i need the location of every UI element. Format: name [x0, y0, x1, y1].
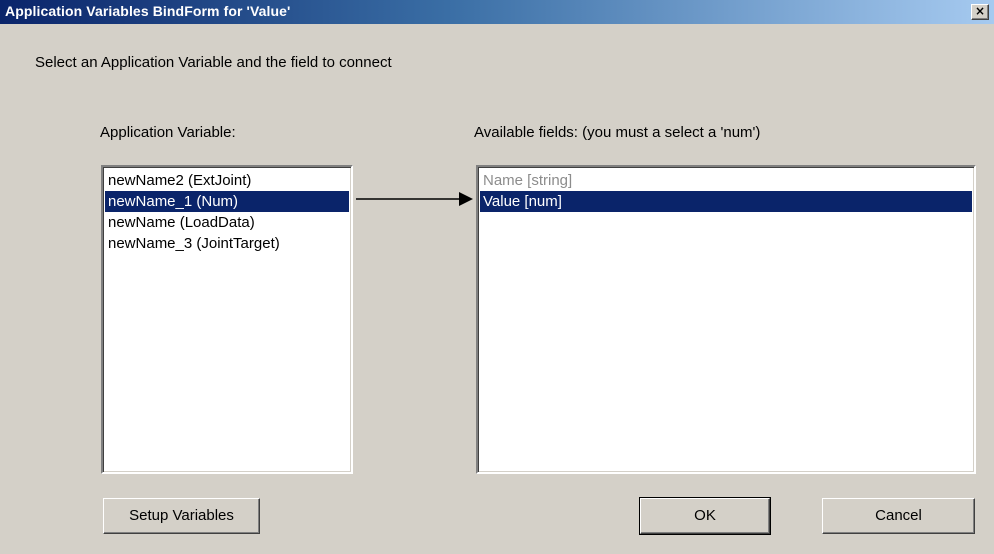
- list-item: Name [string]: [483, 172, 573, 189]
- list-item[interactable]: newName_1 (Num): [105, 191, 349, 212]
- setup-variables-button[interactable]: Setup Variables: [103, 498, 260, 534]
- ok-button[interactable]: OK: [639, 497, 771, 535]
- available-fields-label: Available fields: (you must a select a '…: [474, 124, 761, 141]
- list-item[interactable]: Value [num]: [480, 191, 972, 212]
- window-title: Application Variables BindForm for 'Valu…: [5, 3, 291, 19]
- close-icon[interactable]: ×: [971, 4, 989, 20]
- list-item[interactable]: newName2 (ExtJoint): [105, 170, 349, 191]
- connection-arrow-icon: [356, 192, 473, 206]
- available-fields-list[interactable]: Name [string] Value [num]: [476, 165, 976, 474]
- list-item[interactable]: newName (LoadData): [105, 212, 349, 233]
- app-variable-label: Application Variable:: [100, 124, 236, 141]
- title-bar: Application Variables BindForm for 'Valu…: [0, 0, 994, 24]
- app-variable-list[interactable]: newName2 (ExtJoint) newName_1 (Num) newN…: [101, 165, 353, 474]
- bindform-dialog: Application Variables BindForm for 'Valu…: [0, 0, 994, 554]
- list-item[interactable]: newName_3 (JointTarget): [105, 233, 349, 254]
- cancel-button[interactable]: Cancel: [822, 498, 975, 534]
- instruction-text: Select an Application Variable and the f…: [35, 54, 392, 71]
